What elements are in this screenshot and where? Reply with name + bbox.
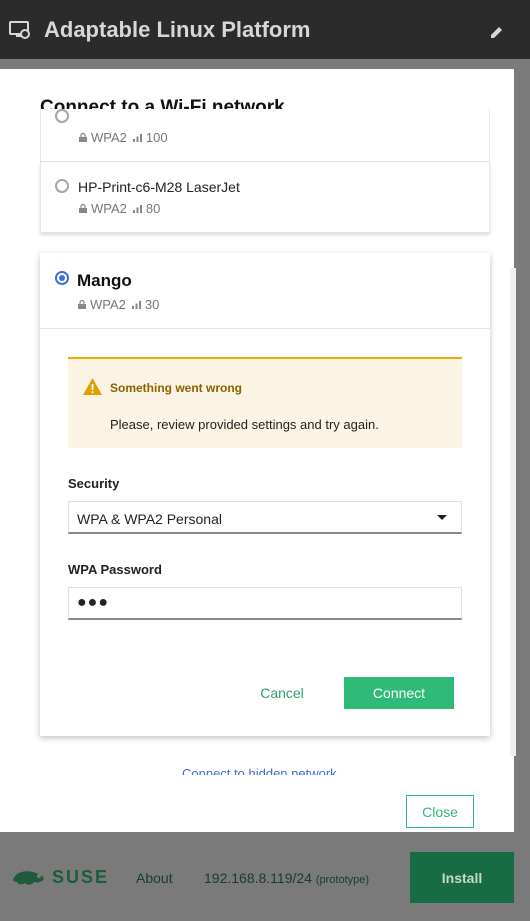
password-value: ●●● [77, 594, 109, 611]
security-value: WPA & WPA2 Personal [77, 511, 222, 527]
monitor-settings-icon [9, 21, 30, 39]
signal-icon [132, 134, 142, 142]
network-security: WPA2 [91, 201, 127, 216]
network-security: WPA2 [90, 297, 126, 312]
network-radio-selected[interactable] [55, 271, 69, 285]
connect-button[interactable]: Connect [344, 677, 454, 709]
app-header: Adaptable Linux Platform [0, 0, 530, 59]
network-radio[interactable] [55, 109, 69, 123]
pencil-icon[interactable] [490, 25, 504, 39]
warning-icon [83, 378, 102, 395]
ip-value: 192.168.8.119/24 [204, 870, 312, 886]
cancel-button[interactable]: Cancel [248, 678, 316, 708]
ip-note: (prototype) [315, 874, 370, 886]
svg-text:SUSE: SUSE [52, 867, 108, 887]
network-meta: WPA2 100 [79, 130, 168, 145]
network-meta: WPA2 80 [79, 201, 160, 216]
divider [40, 328, 490, 329]
caret-down-icon [437, 515, 447, 520]
network-name: Mango [77, 271, 132, 290]
app-title: Adaptable Linux Platform [44, 17, 311, 42]
security-label: Security [68, 476, 120, 491]
scrollbar[interactable] [510, 268, 516, 756]
security-select[interactable]: WPA & WPA2 Personal [68, 501, 462, 534]
lock-icon [79, 204, 87, 213]
signal-icon [131, 301, 141, 309]
network-radio[interactable] [55, 179, 69, 193]
network-item[interactable]: WPA2 100 [40, 109, 490, 162]
network-signal: 100 [145, 130, 168, 145]
error-alert: Something went wrong Please, review prov… [68, 357, 462, 448]
suse-logo: SUSE [13, 867, 108, 887]
lock-icon [78, 300, 86, 309]
network-name: HP-Print-c6-M28 LaserJet [78, 179, 240, 195]
close-button[interactable]: Close [406, 795, 474, 828]
network-signal: 80 [145, 201, 161, 216]
about-link[interactable]: About [136, 870, 173, 886]
network-signal: 30 [144, 297, 160, 312]
app-footer: SUSE About 192.168.8.119/24 (prototype) … [0, 832, 530, 921]
network-meta: WPA2 30 [78, 297, 159, 312]
ip-address: 192.168.8.119/24 (prototype) [204, 870, 369, 886]
install-button[interactable]: Install [410, 852, 514, 903]
network-item[interactable]: HP-Print-c6-M28 LaserJet WPA2 80 [40, 162, 490, 233]
network-item-selected: Mango WPA2 30 Something went wrong Pleas… [40, 253, 490, 736]
lock-icon [79, 133, 87, 142]
network-security: WPA2 [91, 130, 127, 145]
alert-title: Something went wrong [110, 381, 242, 395]
signal-icon [132, 205, 142, 213]
password-label: WPA Password [68, 562, 162, 577]
password-field[interactable]: ●●● [68, 587, 462, 620]
alert-body: Please, review provided settings and try… [110, 417, 379, 432]
connect-hidden-network-link[interactable]: Connect to hidden network [182, 766, 337, 775]
